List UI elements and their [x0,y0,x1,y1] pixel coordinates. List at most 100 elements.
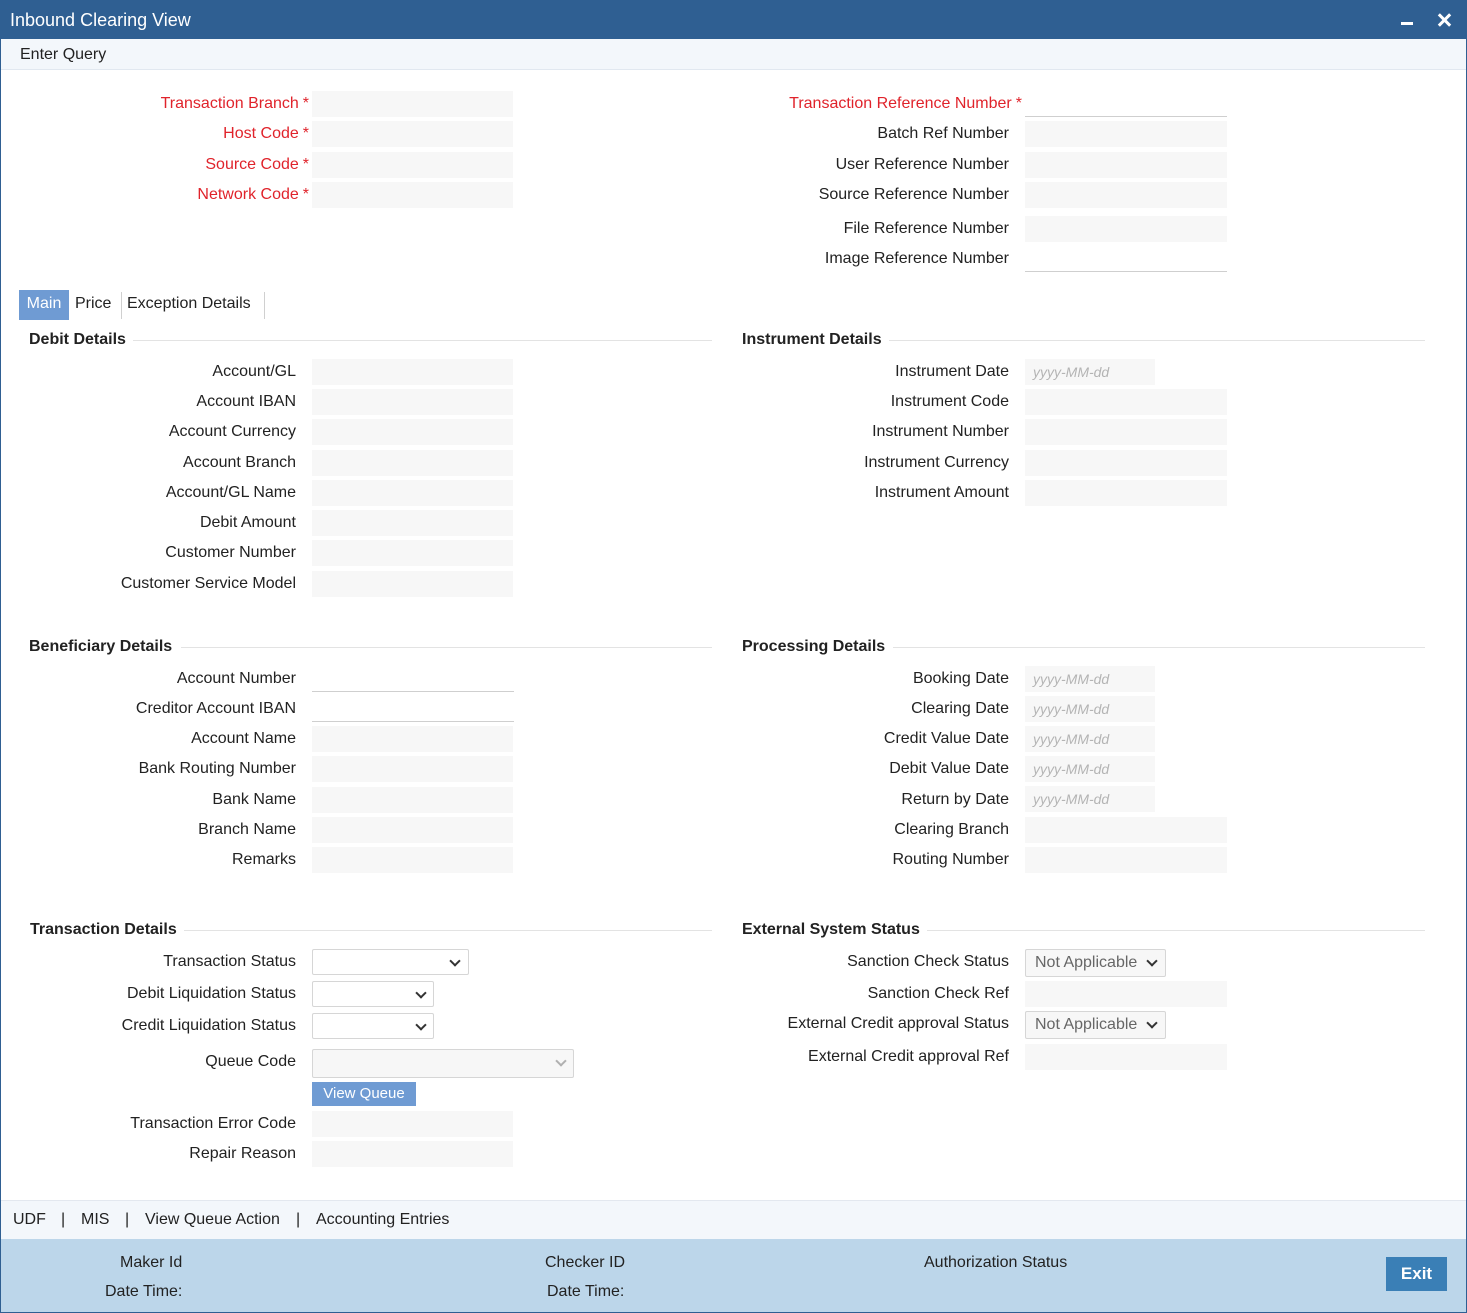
transaction-details-heading: Transaction Details [30,921,177,938]
label-instrument-amount: Instrument Amount [874,484,1009,501]
udf-link[interactable]: UDF [13,1211,46,1229]
account-branch-field[interactable] [312,450,513,476]
external-system-status-heading: External System Status [742,921,920,938]
instrument-date-field[interactable]: yyyy-MM-dd [1025,359,1155,385]
link-separator: | [296,1211,301,1228]
instrument-code-field[interactable] [1025,389,1227,415]
tab-divider [121,292,122,319]
section-divider [184,930,712,931]
account-gl-name-field[interactable] [312,480,513,506]
transaction-reference-number-field[interactable] [1025,91,1227,117]
instrument-number-field[interactable] [1025,419,1227,445]
label-transaction-branch: Transaction Branch * [160,95,309,112]
account-currency-field[interactable] [312,419,513,445]
external-credit-approval-status-select[interactable]: Not Applicable [1025,1011,1166,1039]
label-sanction-check-status: Sanction Check Status [847,953,1009,970]
repair-reason-field[interactable] [312,1141,513,1167]
label-external-credit-approval-status: External Credit approval Status [787,1015,1009,1032]
sanction-check-ref-field[interactable] [1025,981,1227,1007]
label-transaction-reference-number: Transaction Reference Number * [789,95,1022,112]
transaction-error-code-field[interactable] [312,1111,513,1137]
source-code-field[interactable] [312,152,513,178]
section-divider [181,647,712,648]
label-source-reference-number: Source Reference Number [818,186,1009,203]
accounting-entries-link[interactable]: Accounting Entries [316,1211,449,1229]
host-code-field[interactable] [312,121,513,147]
label-instrument-date: Instrument Date [895,363,1009,380]
enter-query-button[interactable]: Enter Query [20,46,106,64]
batch-ref-number-field[interactable] [1025,121,1227,147]
minimize-icon[interactable] [1395,7,1421,33]
exit-button[interactable]: Exit [1386,1257,1447,1291]
debit-details-heading: Debit Details [29,331,126,348]
label-credit-value-date: Credit Value Date [883,730,1009,747]
clearing-date-field[interactable]: yyyy-MM-dd [1025,696,1155,722]
return-by-date-field[interactable]: yyyy-MM-dd [1025,786,1155,812]
account-name-field[interactable] [312,726,513,752]
debit-liquidation-status-select[interactable] [312,981,434,1007]
instrument-amount-field[interactable] [1025,480,1227,506]
account-gl-field[interactable] [312,359,513,385]
debit-value-date-field[interactable]: yyyy-MM-dd [1025,756,1155,782]
file-reference-number-field[interactable] [1025,216,1227,242]
title-bar: Inbound Clearing View [1,1,1466,39]
label-account-currency: Account Currency [168,423,296,440]
customer-number-field[interactable] [312,540,513,566]
label-clearing-date: Clearing Date [911,700,1009,717]
label-account-gl-name: Account/GL Name [165,484,296,501]
sanction-check-status-select[interactable]: Not Applicable [1025,949,1166,977]
sanction-check-status-value: Not Applicable [1035,954,1138,971]
booking-date-field[interactable]: yyyy-MM-dd [1025,666,1155,692]
external-credit-approval-status-value: Not Applicable [1035,1016,1138,1033]
bank-name-field[interactable] [312,787,513,813]
label-file-reference-number: File Reference Number [843,220,1009,237]
clearing-branch-field[interactable] [1025,817,1227,843]
transaction-status-select[interactable] [312,949,469,975]
transaction-branch-field[interactable] [312,91,513,117]
label-debit-liquidation-status: Debit Liquidation Status [127,985,296,1002]
instrument-currency-field[interactable] [1025,450,1227,476]
chevron-down-icon [415,1019,427,1031]
chevron-down-icon [555,1055,567,1067]
instrument-details-heading: Instrument Details [742,331,882,348]
label-debit-value-date: Debit Value Date [889,760,1009,777]
image-reference-number-field[interactable] [1025,246,1227,272]
tab-main[interactable]: Main [19,290,69,320]
close-icon[interactable] [1431,7,1457,33]
view-queue-button[interactable]: View Queue [312,1082,416,1106]
label-creditor-account-iban: Creditor Account IBAN [135,700,296,717]
bank-routing-number-field[interactable] [312,756,513,782]
checker-date-time-label: Date Time: [547,1283,625,1300]
label-remarks: Remarks [231,851,296,868]
toolbar: Enter Query [1,39,1466,70]
label-repair-reason: Repair Reason [189,1145,296,1162]
external-credit-approval-ref-field[interactable] [1025,1044,1227,1070]
credit-value-date-field[interactable]: yyyy-MM-dd [1025,726,1155,752]
debit-amount-field[interactable] [312,510,513,536]
maker-id-label: Maker Id [120,1254,183,1271]
label-customer-number: Customer Number [165,544,296,561]
account-number-field[interactable] [312,666,514,692]
mis-link[interactable]: MIS [81,1211,109,1229]
label-transaction-error-code: Transaction Error Code [130,1115,296,1132]
status-bar: Maker Id Date Time: Checker ID Date Time… [1,1239,1466,1312]
inbound-clearing-window: Inbound Clearing View Enter Query Transa… [0,0,1467,1313]
footer-links: UDF | MIS | View Queue Action | Accounti… [1,1200,1466,1239]
user-reference-number-field[interactable] [1025,152,1227,178]
source-reference-number-field[interactable] [1025,182,1227,208]
label-account-number: Account Number [176,670,296,687]
remarks-field[interactable] [312,847,513,873]
label-user-reference-number: User Reference Number [835,156,1009,173]
tab-exception-details[interactable]: Exception Details [127,290,265,320]
view-queue-action-link[interactable]: View Queue Action [145,1211,280,1229]
branch-name-field[interactable] [312,817,513,843]
authorization-status-label: Authorization Status [924,1254,1068,1271]
network-code-field[interactable] [312,182,513,208]
account-iban-field[interactable] [312,389,513,415]
credit-liquidation-status-select[interactable] [312,1013,434,1039]
tab-price[interactable]: Price [75,290,119,320]
creditor-account-iban-field[interactable] [312,696,514,722]
routing-number-field[interactable] [1025,847,1227,873]
queue-code-select[interactable] [312,1049,574,1078]
customer-service-model-field[interactable] [312,571,513,597]
